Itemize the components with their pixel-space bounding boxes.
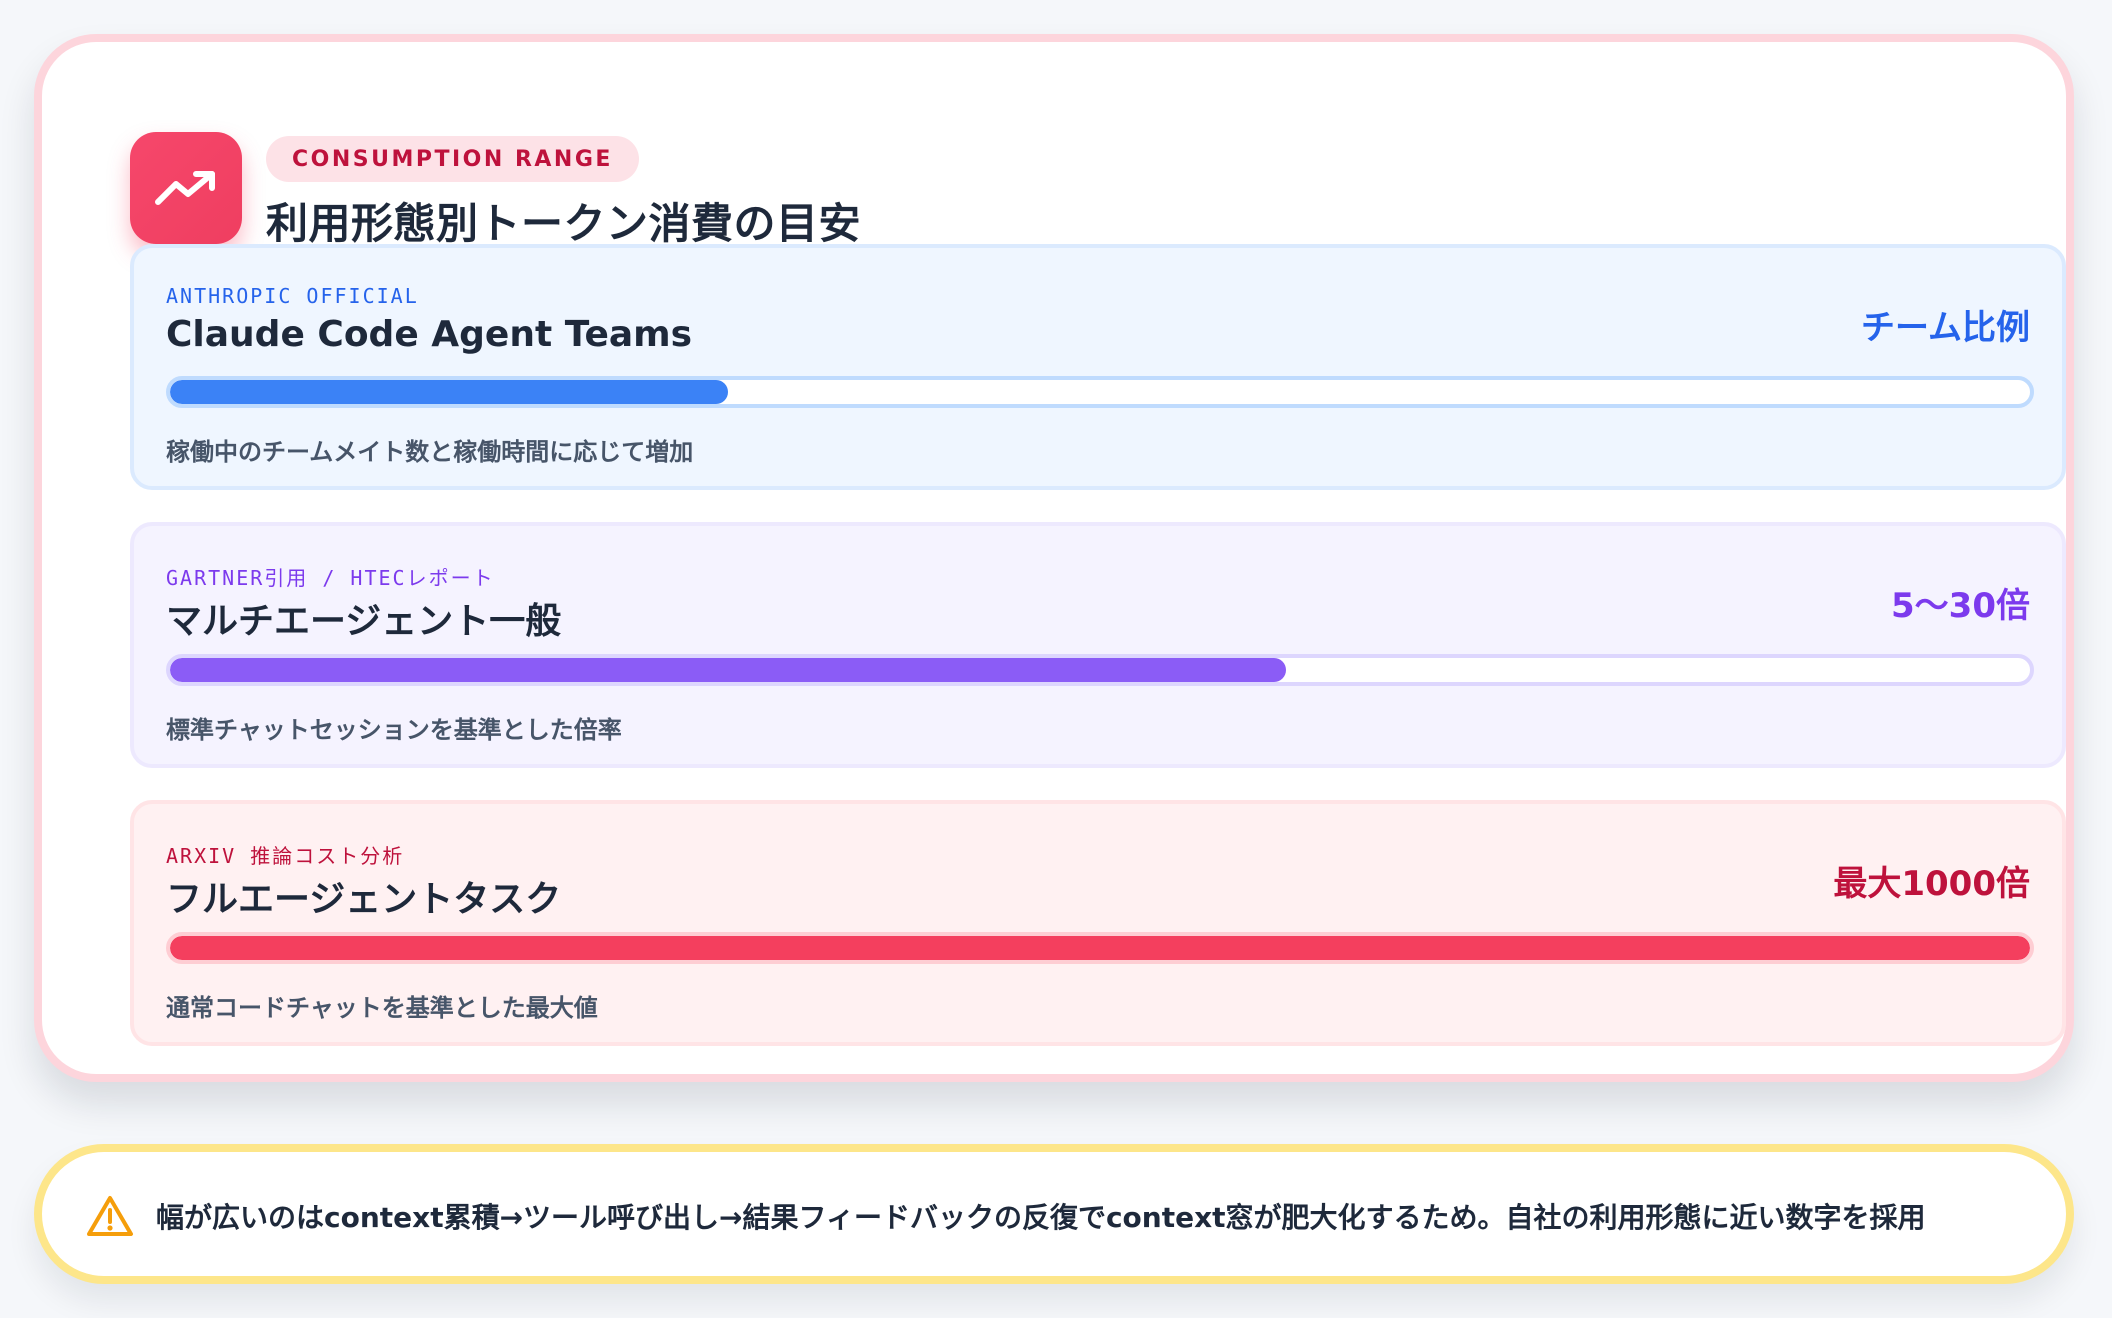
note-banner: 幅が広いのはcontext累積→ツール呼び出し→結果フィードバックの反復でcon… bbox=[34, 1144, 2074, 1284]
progress-fill bbox=[170, 380, 728, 404]
page-title: 利用形態別トークン消費の目安 bbox=[266, 199, 862, 248]
progress-track bbox=[166, 654, 2034, 686]
progress-fill bbox=[170, 936, 2030, 960]
row-name: Claude Code Agent Teams bbox=[166, 314, 693, 355]
row-description: 標準チャットセッションを基準とした倍率 bbox=[166, 716, 622, 744]
usage-row-multi-agent: GARTNER引用 / HTECレポート マルチエージェント一般 5〜30倍 標… bbox=[130, 522, 2066, 768]
row-value: 最大1000倍 bbox=[1833, 864, 2030, 904]
row-source-label: ANTHROPIC OFFICIAL bbox=[166, 284, 419, 308]
row-value: チーム比例 bbox=[1861, 308, 2030, 348]
trending-up-icon bbox=[130, 132, 242, 244]
consumption-range-card: CONSUMPTION RANGE 利用形態別トークン消費の目安 ANTHROP… bbox=[34, 34, 2074, 1082]
row-name: フルエージェントタスク bbox=[166, 879, 562, 920]
usage-row-full-agent: ARXIV 推論コスト分析 フルエージェントタスク 最大1000倍 通常コードチ… bbox=[130, 800, 2066, 1046]
row-description: 稼働中のチームメイト数と稼働時間に応じて増加 bbox=[166, 438, 694, 466]
row-source-label: ARXIV 推論コスト分析 bbox=[166, 844, 405, 868]
section-badge: CONSUMPTION RANGE bbox=[266, 136, 639, 182]
row-name: マルチエージェント一般 bbox=[166, 601, 562, 642]
row-description: 通常コードチャットを基準とした最大値 bbox=[166, 994, 598, 1022]
progress-track bbox=[166, 376, 2034, 408]
row-value: 5〜30倍 bbox=[1891, 586, 2030, 626]
progress-track bbox=[166, 932, 2034, 964]
usage-row-agent-teams: ANTHROPIC OFFICIAL Claude Code Agent Tea… bbox=[130, 244, 2066, 490]
progress-fill bbox=[170, 658, 1286, 682]
row-source-label: GARTNER引用 / HTECレポート bbox=[166, 566, 495, 590]
note-text: 幅が広いのはcontext累積→ツール呼び出し→結果フィードバックの反復でcon… bbox=[156, 1201, 1926, 1234]
warning-icon bbox=[87, 1196, 133, 1236]
